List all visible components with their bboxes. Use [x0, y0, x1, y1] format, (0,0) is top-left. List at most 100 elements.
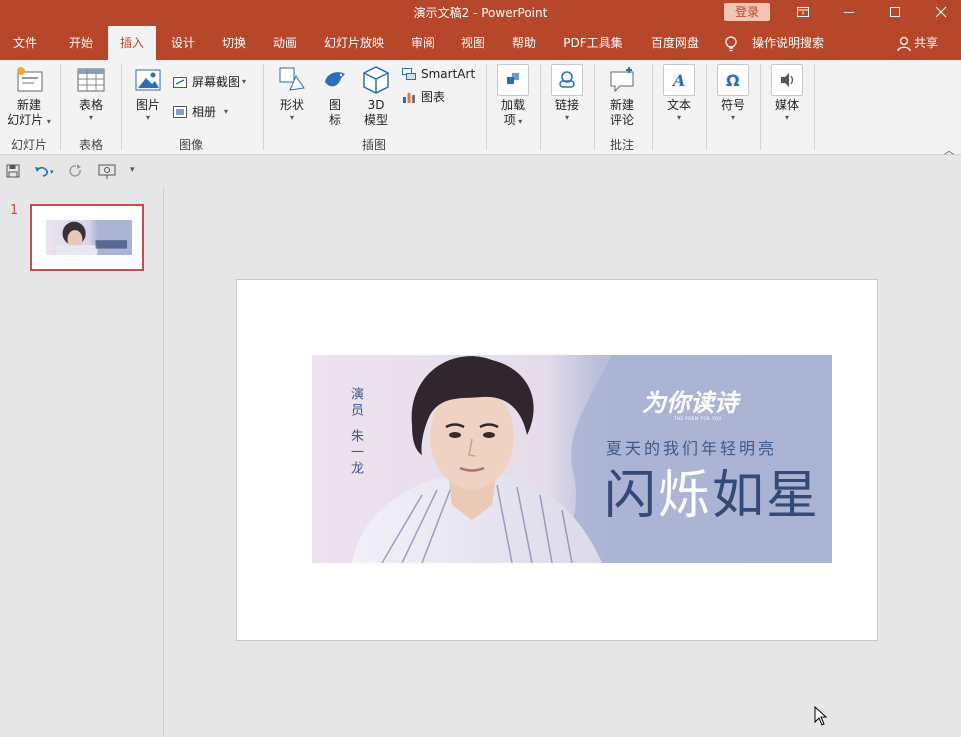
undo-button[interactable]: ▾ — [34, 164, 56, 181]
chevron-down-icon: ▾ — [88, 113, 93, 122]
group-separator — [814, 64, 815, 150]
chart-button[interactable]: 图表 — [401, 87, 461, 107]
tab-help[interactable]: 帮助 — [501, 26, 547, 60]
smartart-button[interactable]: SmartArt — [401, 64, 477, 84]
slide-thumbnail[interactable] — [30, 204, 144, 271]
chevron-down-icon: ▾ — [676, 113, 681, 122]
3d-label-1: 3D — [367, 98, 385, 112]
pictures-button[interactable]: 图片 ▾ — [128, 64, 168, 123]
minimize-icon — [844, 12, 854, 13]
comment-icon — [606, 64, 638, 96]
slide-number: 1 — [10, 203, 19, 218]
customize-qat-icon[interactable]: ▾ — [130, 165, 135, 175]
text-icon: A — [663, 64, 695, 96]
chevron-down-icon: ▾ — [145, 113, 150, 122]
ribbon-display-icon — [797, 7, 809, 17]
program-title: 为你读诗 — [642, 388, 738, 417]
group-label-images: 图像 — [178, 138, 203, 152]
slideshow-icon — [98, 164, 116, 179]
person-icon — [897, 36, 911, 52]
addins-label-1: 加载 — [500, 98, 525, 112]
text-button[interactable]: A 文本 ▾ — [660, 64, 698, 123]
group-separator — [263, 64, 264, 150]
group-label-comments: 批注 — [609, 138, 634, 152]
undo-icon: ▾ — [35, 166, 54, 177]
addins-button[interactable]: 加载 项 ▾ — [494, 64, 532, 129]
screenshot-button[interactable]: 屏幕截图 ▾ — [172, 72, 254, 92]
tab-pdf-tools[interactable]: PDF工具集 — [556, 26, 630, 60]
svg-text:A: A — [671, 71, 685, 90]
ribbon-display-options-button[interactable] — [780, 0, 826, 26]
omega-icon: Ω — [717, 64, 749, 96]
new-slide-button[interactable]: 新建 幻灯片 ▾ — [4, 64, 54, 129]
group-label-illustrations: 插图 — [361, 138, 386, 152]
share-label: 共享 — [914, 36, 939, 50]
link-icon — [551, 64, 583, 96]
group-separator — [540, 64, 541, 150]
3d-label-2: 模型 — [363, 113, 388, 127]
save-button[interactable] — [6, 164, 20, 181]
mouse-cursor-icon — [814, 706, 828, 726]
svg-text:Ω: Ω — [726, 71, 740, 90]
shapes-button[interactable]: 形状 ▾ — [272, 64, 312, 123]
media-button[interactable]: 媒体 ▾ — [768, 64, 806, 123]
svg-text:▾: ▾ — [50, 168, 54, 176]
cube-icon — [360, 64, 392, 96]
quick-access-toolbar: ▾ ▾ — [0, 156, 961, 188]
3d-models-button[interactable]: 3D 模型 — [358, 64, 394, 128]
group-separator — [486, 64, 487, 150]
slide-thumbnail-image — [46, 220, 132, 255]
smartart-icon — [402, 68, 416, 80]
icons-button[interactable]: 图 标 — [318, 64, 352, 128]
tab-file[interactable]: 文件 — [0, 26, 50, 60]
addins-label-2: 项 ▾ — [503, 113, 523, 127]
new-comment-label-1: 新建 — [609, 98, 634, 112]
ribbon-insert: 新建 幻灯片 ▾ 幻灯片 表格 ▾ 表格 图片 ▾ 屏幕截图 ▾ 相册 ▾ 图像… — [0, 60, 961, 157]
save-icon — [6, 164, 20, 178]
tab-transitions[interactable]: 切换 — [211, 26, 257, 60]
redo-button[interactable] — [68, 164, 84, 181]
new-slide-label-1: 新建 — [16, 98, 41, 112]
maximize-button[interactable] — [872, 0, 918, 26]
close-icon — [935, 6, 947, 18]
maximize-icon — [890, 7, 900, 17]
new-slide-label-2: 幻灯片 ▾ — [7, 113, 51, 127]
tab-slideshow[interactable]: 幻灯片放映 — [316, 26, 392, 60]
tab-review[interactable]: 审阅 — [400, 26, 446, 60]
program-subtitle: THE POEM FOR YOU — [674, 416, 722, 421]
minimize-button[interactable] — [826, 0, 872, 26]
icons-label-2: 标 — [328, 113, 341, 127]
new-comment-button[interactable]: 新建 评论 — [602, 64, 642, 128]
group-separator — [594, 64, 595, 150]
role-label: 演员 — [348, 387, 363, 419]
tab-insert[interactable]: 插入 — [108, 26, 156, 60]
slide-thumbnails-pane: 1 — [0, 188, 164, 737]
chevron-down-icon: ▾ — [224, 107, 229, 116]
new-slide-icon — [13, 64, 45, 96]
symbols-button[interactable]: Ω 符号 ▾ — [714, 64, 752, 123]
table-label: 表格 — [78, 98, 103, 112]
photo-album-button[interactable]: 相册 ▾ — [172, 102, 238, 122]
redo-icon — [69, 164, 81, 177]
headline: 闪烁如星 — [604, 466, 821, 526]
close-button[interactable] — [918, 0, 961, 26]
login-button[interactable]: 登录 — [724, 3, 770, 21]
start-from-beginning-button[interactable] — [98, 164, 116, 183]
group-separator — [706, 64, 707, 150]
tab-animations[interactable]: 动画 — [262, 26, 308, 60]
tab-view[interactable]: 视图 — [450, 26, 496, 60]
slide[interactable]: 演员 朱一龙 为你读诗 THE POEM FOR YOU 夏天的我们年轻明亮 闪… — [236, 279, 878, 641]
chevron-down-icon: ▾ — [289, 113, 294, 122]
icons-label-1: 图 — [328, 98, 341, 112]
tab-home[interactable]: 开始 — [56, 26, 106, 60]
tab-design[interactable]: 设计 — [160, 26, 206, 60]
tab-baidu-netdisk[interactable]: 百度网盘 — [642, 26, 708, 60]
addins-icon — [497, 64, 529, 96]
collapse-ribbon-icon[interactable]: ︿ — [944, 142, 954, 157]
group-separator — [121, 64, 122, 150]
symbols-label: 符号 — [720, 98, 745, 112]
links-button[interactable]: 链接 ▾ — [548, 64, 586, 123]
shapes-icon — [276, 64, 308, 96]
table-button[interactable]: 表格 ▾ — [66, 64, 116, 123]
banner-image[interactable]: 演员 朱一龙 为你读诗 THE POEM FOR YOU 夏天的我们年轻明亮 闪… — [312, 355, 832, 563]
